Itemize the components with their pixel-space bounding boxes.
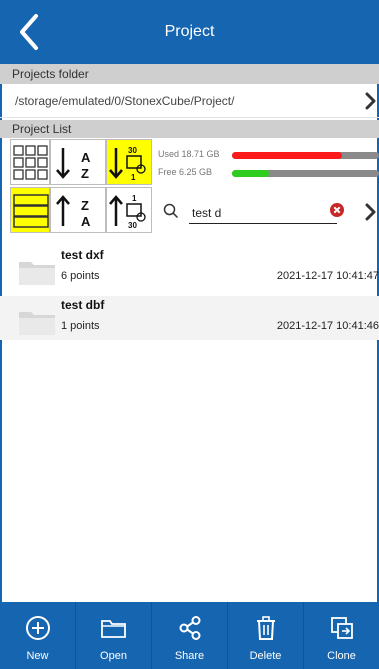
new-button-label: New [26, 650, 49, 662]
sort-name-za-button[interactable]: Z A [50, 187, 106, 233]
share-button-label: Share [174, 650, 205, 662]
storage-used-bar [232, 152, 379, 159]
projects-folder-path: /storage/emulated/0/StonexCube/Project/ [15, 94, 235, 108]
sort-date-desc-icon: 30 1 [109, 146, 146, 182]
storage-used-label: Used 18.71 GB [158, 149, 220, 159]
storage-free-label: Free 6.25 GB [158, 167, 213, 177]
page-title: Project [164, 23, 215, 40]
search-chevron-right-icon[interactable] [363, 203, 379, 221]
project-list-toolbar: A Z 30 1 Used 18.71 GB Free 6.25 GB Z A … [0, 138, 379, 235]
projects-folder-row[interactable]: /storage/emulated/0/StonexCube/Project/ [0, 84, 379, 118]
folder-open-icon [100, 620, 126, 638]
clone-button-label: Clone [327, 650, 356, 662]
list-item[interactable]: test dxf 6 points 2021-12-17 10:41:47 [0, 246, 379, 290]
file-date: 2021-12-17 10:41:46 [276, 320, 379, 332]
project-list-header: Project List [0, 120, 379, 138]
svg-text:A: A [81, 214, 91, 229]
sort-date-asc-button[interactable]: 1 30 [106, 187, 152, 233]
share-button[interactable]: Share [152, 602, 228, 669]
search-input[interactable] [189, 202, 337, 224]
open-button-label: Open [100, 650, 127, 662]
folder-icon [19, 262, 55, 285]
projects-folder-header: Projects folder [0, 64, 379, 84]
chevron-right-icon[interactable] [363, 92, 379, 110]
open-button[interactable]: Open [76, 602, 152, 669]
search-area [152, 186, 379, 234]
clear-icon[interactable] [330, 203, 344, 217]
storage-free-bar [232, 170, 379, 177]
new-button[interactable]: New [0, 602, 76, 669]
file-date: 2021-12-17 10:41:47 [276, 270, 379, 282]
share-icon [179, 616, 200, 640]
storage-free-fill [232, 170, 269, 177]
svg-text:A: A [81, 150, 91, 165]
svg-text:1: 1 [132, 194, 137, 203]
clone-icon [330, 617, 353, 639]
file-name: test dxf [61, 248, 104, 262]
svg-text:1: 1 [131, 173, 136, 182]
folder-icon [19, 312, 55, 335]
list-item[interactable]: test dbf 1 points 2021-12-17 10:41:46 [0, 296, 379, 340]
svg-text:Z: Z [81, 166, 89, 181]
grid-view-icon [13, 145, 48, 180]
clone-button[interactable]: Clone [304, 602, 379, 669]
file-points: 6 points [61, 270, 100, 282]
sort-name-az-button[interactable]: A Z [50, 139, 106, 185]
sort-date-desc-button[interactable]: 30 1 [106, 139, 152, 185]
trash-icon [256, 616, 275, 640]
bottom-action-bar: New Open Share Delete Clone [0, 602, 379, 669]
delete-button-label: Delete [249, 650, 282, 662]
search-icon [163, 203, 179, 219]
svg-text:30: 30 [128, 146, 137, 155]
list-view-icon [13, 194, 49, 228]
sort-a-z-icon: A Z [56, 148, 91, 181]
svg-text:30: 30 [128, 221, 137, 230]
sort-z-a-icon: Z A [56, 195, 91, 229]
file-points: 1 points [61, 320, 100, 332]
storage-indicator: Used 18.71 GB Free 6.25 GB [152, 138, 379, 186]
svg-text:Z: Z [81, 198, 89, 213]
title-bar: Project [0, 0, 379, 64]
storage-used-fill [232, 152, 343, 159]
plus-circle-icon [25, 616, 50, 640]
list-view-button[interactable] [10, 187, 50, 233]
grid-view-button[interactable] [10, 139, 50, 185]
delete-button[interactable]: Delete [228, 602, 304, 669]
file-name: test dbf [61, 298, 105, 312]
sort-date-asc-icon: 1 30 [109, 194, 146, 230]
